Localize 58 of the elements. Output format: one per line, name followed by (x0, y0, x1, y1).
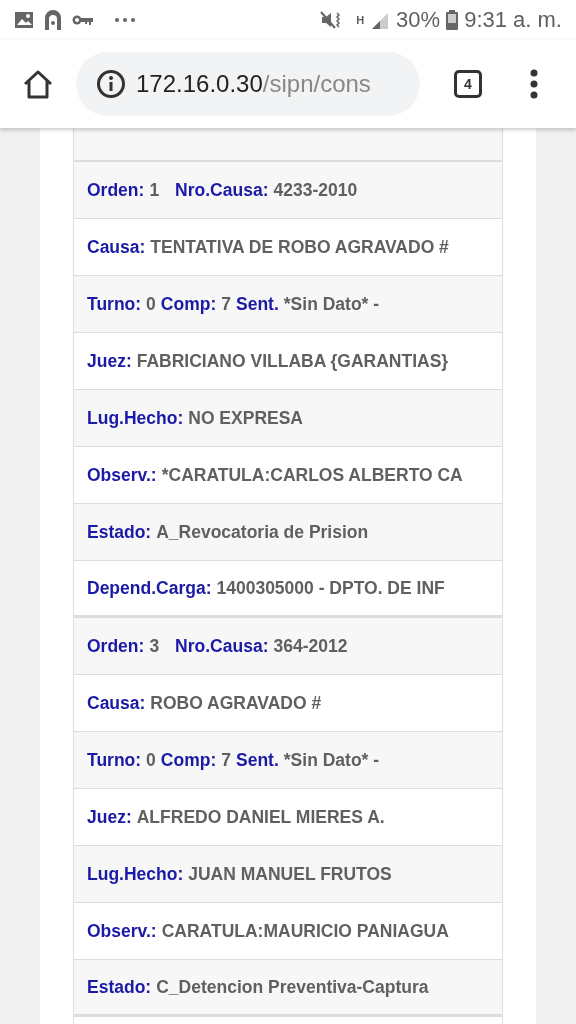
image-icon (14, 11, 34, 29)
field-label: Depend.Carga: (87, 576, 212, 600)
field-label: Orden: (87, 178, 145, 202)
field-label: Estado: (87, 520, 152, 544)
battery-percent: 30% (396, 9, 441, 31)
field-label: Orden: (87, 634, 145, 658)
address-bar[interactable]: 172.16.0.30/sipn/cons (76, 52, 420, 116)
field-label: Comp: (160, 748, 217, 772)
clock-time: 9:31 a. m. (464, 9, 562, 31)
field-value: ROBO AGRAVADO # (150, 691, 322, 715)
field-value: A_Revocatoria de Prision (156, 520, 369, 544)
field-value: 7 (221, 292, 231, 316)
key-icon (72, 13, 94, 27)
field-value: TENTATIVA DE ROBO AGRAVADO # (150, 235, 449, 259)
field-value: C_Detencion Preventiva-Captura (156, 975, 429, 999)
field-label: Observ.: (87, 919, 157, 943)
field-value: 1 (149, 178, 160, 202)
field-label: Observ.: (87, 463, 157, 487)
field-value: 1400305000 - DPTO. DE INF (216, 576, 445, 600)
field-value: CARATULA:MAURICIO PANIAGUA (161, 919, 449, 943)
field-label: Turno: (87, 292, 142, 316)
url-text: 172.16.0.30/sipn/cons (136, 69, 371, 99)
mute-vibrate-icon (320, 10, 343, 30)
field-value: 364-2012 (273, 634, 348, 658)
field-label: Lug.Hecho: (87, 406, 184, 430)
field-label: Lug.Hecho: (87, 862, 184, 886)
field-value: ALFREDO DANIEL MIERES A. (136, 805, 385, 829)
field-value: 0 (146, 748, 156, 772)
field-label: Juez: (87, 349, 132, 373)
field-label: Causa: (87, 235, 146, 259)
field-value: NO EXPRESA (188, 406, 303, 430)
network-type-text: H (356, 14, 365, 26)
field-value: 0 (146, 292, 156, 316)
info-icon[interactable] (96, 69, 126, 99)
field-label: Nro.Causa: (175, 634, 269, 658)
field-value: JUAN MANUEL FRUTOS (188, 862, 392, 886)
battery-icon (446, 10, 459, 30)
field-label: Turno: (87, 748, 142, 772)
field-label: Sent. (236, 292, 279, 316)
field-value: *Sin Dato* - (283, 748, 380, 772)
field-label: Juez: (87, 805, 132, 829)
lock-arch-icon (42, 9, 64, 31)
field-value: *CARATULA:CARLOS ALBERTO CA (161, 463, 463, 487)
signal-icon (370, 11, 391, 29)
field-label: Nro.Causa: (175, 178, 269, 202)
field-value: FABRICIANO VILLABA {GARANTIAS} (136, 349, 449, 373)
menu-icon[interactable] (530, 69, 538, 99)
more-notifications-icon (114, 17, 136, 23)
field-label: Causa: (87, 691, 146, 715)
field-value: 3 (149, 634, 160, 658)
field-label: Estado: (87, 975, 152, 999)
field-value: 4233-2010 (273, 178, 358, 202)
field-label: Sent. (236, 748, 279, 772)
tab-count-button[interactable]: 4 (454, 70, 482, 98)
field-value: 7 (221, 748, 231, 772)
home-icon[interactable] (22, 69, 54, 99)
field-value: *Sin Dato* - (283, 292, 380, 316)
field-label: Comp: (160, 292, 217, 316)
